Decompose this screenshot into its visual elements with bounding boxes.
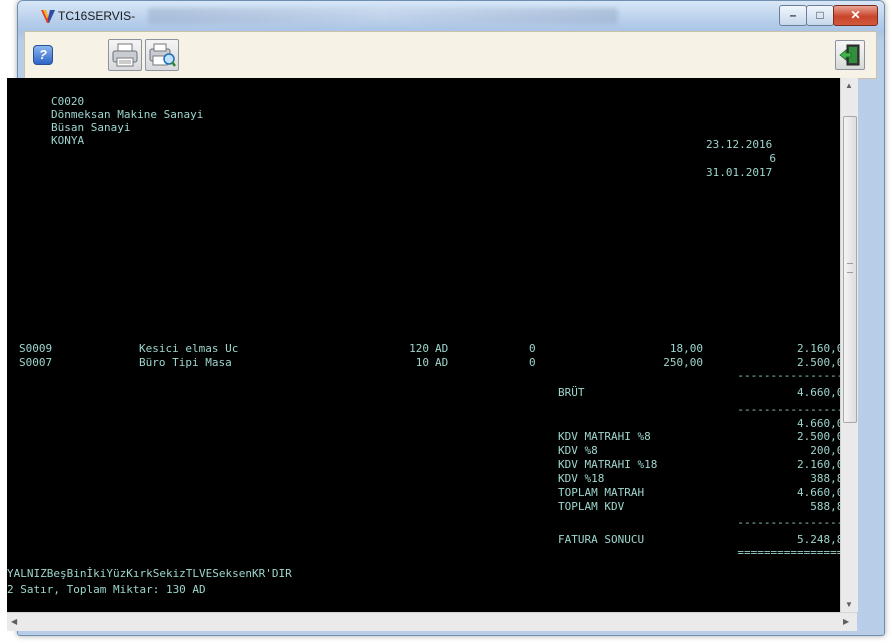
maximize-button[interactable]: □ (806, 5, 834, 26)
customer-address: Büsan Sanayi (51, 121, 131, 134)
customer-city: KONYA (51, 134, 85, 147)
invoice-report-view: C0020 Dönmeksan Makine Sanayi Büsan Sana… (7, 78, 840, 612)
double-separator: ================= (737, 546, 840, 559)
dash-separator: ----------------- (737, 516, 840, 529)
gross-label: BRÜT (558, 386, 585, 399)
vertical-scrollbar[interactable]: ▲ ▼ (840, 78, 858, 612)
scroll-down-icon[interactable]: ▼ (845, 600, 853, 609)
item-discount: 0 (529, 356, 536, 369)
exit-button[interactable] (835, 40, 865, 70)
scroll-left-icon[interactable]: ◀ (11, 617, 17, 626)
horizontal-scrollbar[interactable]: ◀ ▶ (7, 612, 857, 631)
item-amount: 2.160,00 (797, 342, 840, 355)
tax-label: KDV %8 (558, 444, 598, 457)
dash-separator: ----------------- (737, 403, 840, 416)
title-bar[interactable]: TC16SERVIS- – □ ✕ (18, 1, 884, 31)
toolbar: ? (24, 31, 877, 79)
customer-name: Dönmeksan Makine Sanayi (51, 108, 204, 121)
item-description: Büro Tipi Masa (139, 356, 232, 369)
minimize-icon: – (789, 8, 797, 22)
item-quantity: 10 (415, 356, 429, 369)
customer-code: C0020 (51, 95, 85, 108)
print-preview-icon (149, 43, 176, 67)
tax-label: KDV MATRAHI %8 (558, 430, 651, 443)
item-unit-price: 18,00 (669, 342, 703, 355)
total-label: FATURA SONUCU (558, 533, 645, 546)
item-amount: 2.500,00 (797, 356, 840, 369)
invoice-date: 23.12.2016 (706, 138, 773, 151)
item-code: S0007 (19, 356, 53, 369)
invoice-due-date: 31.01.2017 (706, 166, 773, 179)
dash-separator: ----------------- (737, 369, 840, 382)
print-button[interactable] (108, 39, 142, 71)
exit-door-icon (839, 44, 860, 66)
window-title: TC16SERVIS- (58, 9, 136, 23)
tax-label: TOPLAM KDV (558, 500, 625, 513)
item-unit: AD (435, 356, 449, 369)
tax-value: 2.500,00 (797, 430, 840, 443)
item-unit-price: 250,00 (663, 356, 703, 369)
invoice-number: 6 (769, 152, 776, 165)
tax-label: KDV MATRAHI %18 (558, 458, 658, 471)
subtotal-value: 4.660,00 (797, 417, 840, 430)
tax-label: KDV %18 (558, 472, 605, 485)
scroll-up-icon[interactable]: ▲ (845, 81, 853, 90)
title-bar-blurred-area (148, 8, 618, 24)
item-discount: 0 (529, 342, 536, 355)
tax-value: 4.660,00 (797, 486, 840, 499)
tax-value: 388,80 (810, 472, 840, 485)
tax-value: 2.160,00 (797, 458, 840, 471)
item-code: S0009 (19, 342, 53, 355)
amount-in-words: YALNIZBeşBinİkiYüzKırkSekizTLVESeksenKR'… (7, 567, 292, 580)
help-icon: ? (39, 47, 47, 62)
close-icon: ✕ (850, 8, 861, 22)
close-button[interactable]: ✕ (833, 5, 878, 26)
scroll-right-icon[interactable]: ▶ (843, 617, 849, 626)
gross-value: 4.660,00 (797, 386, 840, 399)
scroll-grip-icon (847, 263, 853, 273)
tax-label: TOPLAM MATRAH (558, 486, 645, 499)
minimize-button[interactable]: – (779, 5, 807, 26)
item-description: Kesici elmas Uc (139, 342, 239, 355)
app-logo-icon (41, 10, 55, 23)
item-quantity: 120 (409, 342, 429, 355)
help-button[interactable]: ? (33, 45, 53, 65)
report-summary: 2 Satır, Toplam Miktar: 130 AD (7, 583, 206, 596)
item-unit: AD (435, 342, 449, 355)
vertical-scroll-thumb[interactable] (843, 116, 857, 423)
print-preview-button[interactable] (145, 39, 179, 71)
total-value: 5.248,80 (797, 533, 840, 546)
tax-value: 200,00 (810, 444, 840, 457)
maximize-icon: □ (816, 8, 824, 22)
printer-icon (112, 43, 138, 67)
tax-value: 588,80 (810, 500, 840, 513)
